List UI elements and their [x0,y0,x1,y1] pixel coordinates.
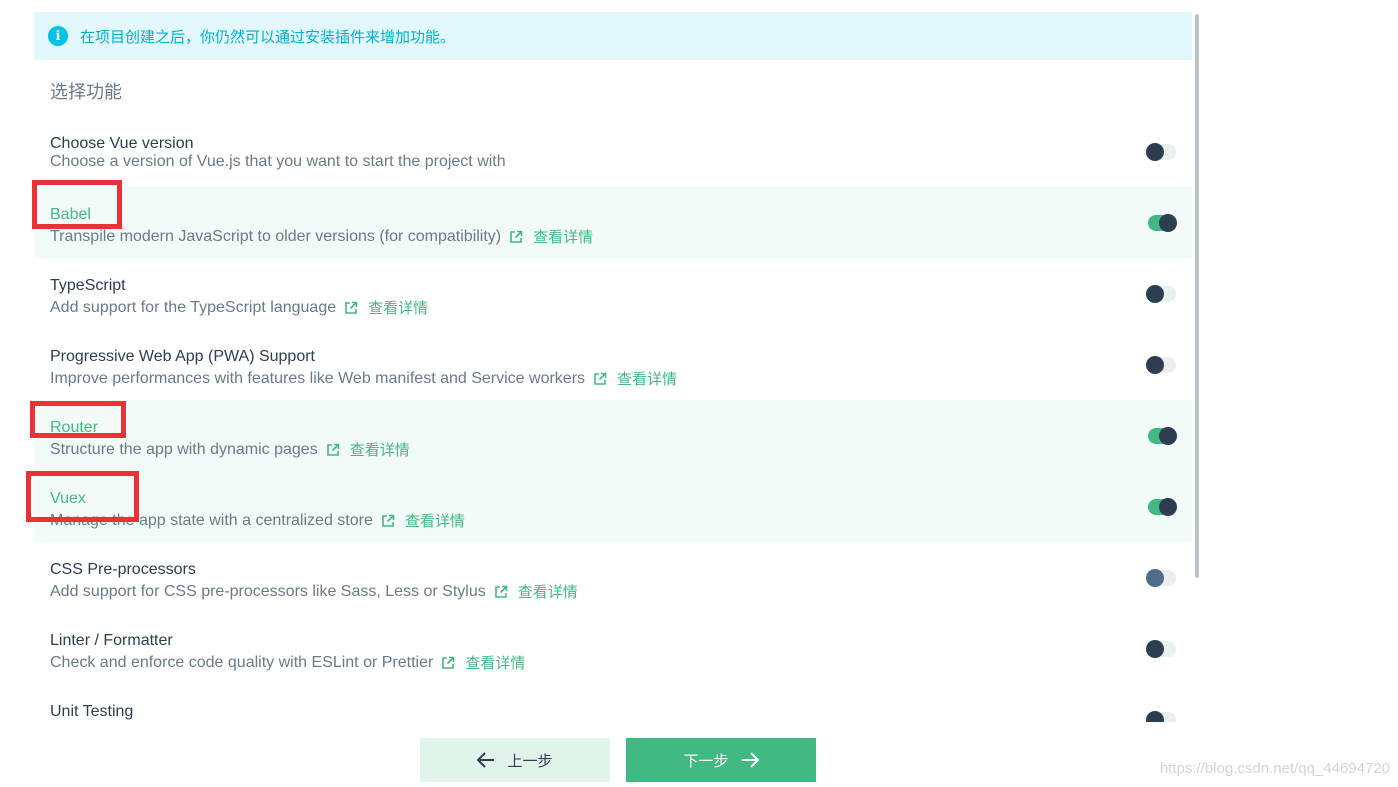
toggle-knob [1159,427,1177,445]
more-info-link[interactable]: 查看详情 [533,226,593,247]
highlight-box-router [30,401,126,438]
external-link-icon[interactable] [441,656,455,670]
feature-row[interactable]: BabelTranspile modern JavaScript to olde… [34,187,1192,258]
highlight-box-babel [32,180,122,229]
toggle-knob [1146,569,1164,587]
feature-toggle[interactable] [1148,144,1176,160]
more-info-link[interactable]: 查看详情 [518,581,578,602]
more-info-link[interactable]: 查看详情 [405,510,465,531]
feature-toggle[interactable] [1148,641,1176,657]
feature-name: Choose Vue version [50,135,194,153]
feature-name: Progressive Web App (PWA) Support [50,348,315,366]
feature-toggle[interactable] [1148,570,1176,586]
feature-description: Improve performances with features like … [50,368,677,389]
arrow-left-icon [477,752,495,768]
toggle-knob [1146,356,1164,374]
feature-row[interactable]: Progressive Web App (PWA) Support Improve… [34,329,1192,400]
feature-description: Add support for CSS pre-processors like … [50,581,578,602]
feature-row[interactable]: Linter / Formatter Check and enforce code… [34,613,1192,684]
toggle-knob [1146,711,1164,722]
more-info-link[interactable]: 查看详情 [350,439,410,460]
info-icon: i [48,26,68,46]
more-info-link[interactable]: 查看详情 [368,297,428,318]
feature-row[interactable]: Unit TestingAdd a Unit Testing solution … [34,684,1192,722]
next-step-label: 下一步 [683,750,728,771]
feature-toggle[interactable] [1148,712,1176,722]
external-link-icon[interactable] [326,443,340,457]
feature-description: Structure the app with dynamic pages 查看详情 [50,439,410,460]
toggle-knob [1159,214,1177,232]
feature-row[interactable]: VuexManage the app state with a centrali… [34,471,1192,542]
feature-name: TypeScript [50,277,126,295]
feature-description-text: Add support for the TypeScript language [50,299,336,317]
feature-toggle[interactable] [1148,286,1176,302]
info-banner: i 在项目创建之后，你仍然可以通过安装插件来增加功能。 [34,12,1192,60]
more-info-link[interactable]: 查看详情 [465,652,525,673]
external-link-icon[interactable] [509,230,523,244]
feature-row[interactable]: Choose Vue versionChoose a version of Vu… [34,116,1192,187]
feature-description: Transpile modern JavaScript to older ver… [50,226,593,247]
scrollbar[interactable] [1195,14,1199,578]
toggle-knob [1146,143,1164,161]
arrow-right-icon [741,752,759,768]
feature-row[interactable]: RouterStructure the app with dynamic pag… [34,400,1192,471]
section-title: 选择功能 [34,60,1192,116]
next-step-button[interactable]: 下一步 [626,738,816,782]
feature-description-text: Choose a version of Vue.js that you want… [50,153,506,171]
highlight-box-vuex [26,471,139,522]
watermark: https://blog.csdn.net/qq_44694720 [1160,760,1390,777]
feature-description-text: Structure the app with dynamic pages [50,441,318,459]
info-banner-text: 在项目创建之后，你仍然可以通过安装插件来增加功能。 [80,26,455,47]
feature-toggle[interactable] [1148,428,1176,444]
feature-list-panel[interactable]: i 在项目创建之后，你仍然可以通过安装插件来增加功能。 选择功能 Choose … [34,12,1192,722]
external-link-icon[interactable] [344,301,358,315]
feature-name: Unit Testing [50,703,133,721]
external-link-icon[interactable] [593,372,607,386]
feature-description-text: Improve performances with features like … [50,370,585,388]
feature-description: Check and enforce code quality with ESLi… [50,652,525,673]
feature-name: Linter / Formatter [50,632,173,650]
feature-row[interactable]: TypeScript Add support for the TypeScript… [34,258,1192,329]
feature-description: Add support for the TypeScript language 查… [50,297,428,318]
toggle-knob [1159,498,1177,516]
feature-description-text: Add support for CSS pre-processors like … [50,583,486,601]
feature-description-text: Transpile modern JavaScript to older ver… [50,228,501,246]
previous-step-button[interactable]: 上一步 [420,738,610,782]
feature-list: Choose Vue versionChoose a version of Vu… [34,116,1192,722]
external-link-icon[interactable] [381,514,395,528]
external-link-icon[interactable] [494,585,508,599]
feature-toggle[interactable] [1148,357,1176,373]
toggle-knob [1146,640,1164,658]
feature-description: Choose a version of Vue.js that you want… [50,153,506,171]
feature-toggle[interactable] [1148,215,1176,231]
toggle-knob [1146,285,1164,303]
more-info-link[interactable]: 查看详情 [617,368,677,389]
feature-name: CSS Pre-processors [50,561,196,579]
previous-step-label: 上一步 [507,750,552,771]
feature-row[interactable]: CSS Pre-processors Add support for CSS pr… [34,542,1192,613]
feature-toggle[interactable] [1148,499,1176,515]
feature-description-text: Check and enforce code quality with ESLi… [50,654,433,672]
